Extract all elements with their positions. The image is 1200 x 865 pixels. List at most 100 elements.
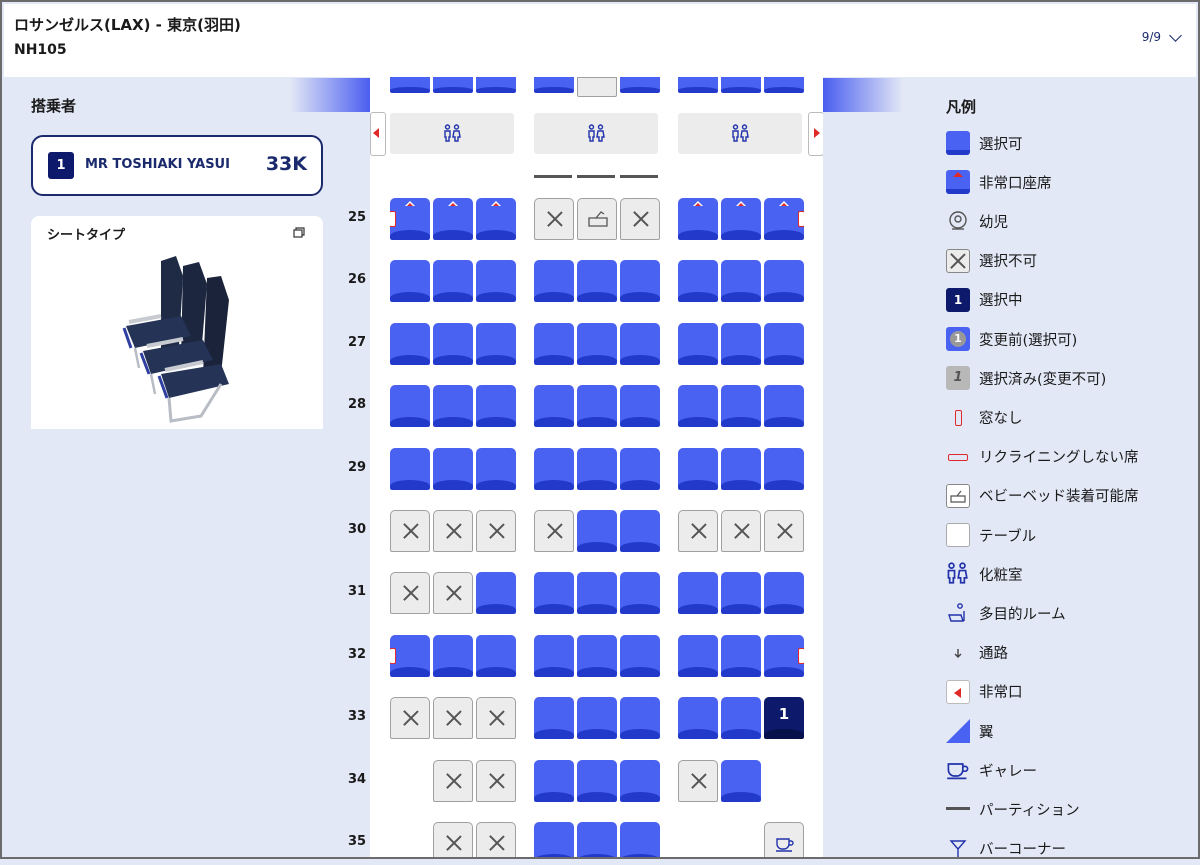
seat-available[interactable] [764, 572, 804, 615]
seat-available[interactable] [577, 322, 617, 365]
seat-exit-row[interactable] [433, 198, 473, 240]
seat-available[interactable] [620, 322, 660, 365]
legend-item: 通路 [946, 639, 1008, 667]
seat-available[interactable] [390, 385, 430, 428]
seat-unavailable [534, 510, 574, 552]
seat-available[interactable] [577, 697, 617, 740]
legend-label: 幼児 [979, 214, 1008, 231]
seat-available[interactable] [577, 572, 617, 615]
seat-available[interactable] [390, 260, 430, 303]
seat-available[interactable] [390, 322, 430, 365]
seat-exit-row[interactable] [678, 198, 718, 240]
seat-available[interactable] [534, 260, 574, 303]
seat-available[interactable] [534, 759, 574, 802]
seat-available[interactable] [678, 634, 718, 677]
seat-available[interactable] [721, 697, 761, 740]
seat-available[interactable] [534, 634, 574, 677]
seat-available[interactable] [433, 634, 473, 677]
seat-available[interactable] [476, 260, 516, 303]
passenger-name: MR TOSHIAKI YASUI [85, 157, 230, 172]
seat-selected[interactable]: 1 [764, 697, 804, 740]
seat-exit-row[interactable] [764, 198, 804, 240]
seat-exit-row[interactable] [476, 198, 516, 240]
seat-available[interactable] [534, 322, 574, 365]
seat-exit-row[interactable] [390, 198, 430, 240]
seat-available[interactable] [476, 322, 516, 365]
seat-available[interactable] [577, 510, 617, 552]
seat-available[interactable] [678, 447, 718, 490]
seat-unavailable [433, 510, 473, 552]
seat-available[interactable] [433, 447, 473, 490]
exit-row-icon [779, 201, 789, 206]
seat-available[interactable] [620, 634, 660, 677]
seat-available[interactable] [577, 822, 617, 859]
seat-available[interactable] [534, 572, 574, 615]
seat-available[interactable] [433, 385, 473, 428]
row-number: 34 [348, 771, 367, 787]
seat-available[interactable] [433, 322, 473, 365]
seat-available[interactable] [577, 759, 617, 802]
legend-label: 選択可 [979, 136, 1023, 153]
seat-available[interactable] [678, 385, 718, 428]
seat-available[interactable] [620, 447, 660, 490]
seat-available[interactable] [678, 697, 718, 740]
seat-available[interactable] [390, 634, 430, 677]
seat-available[interactable] [534, 697, 574, 740]
row-number: 35 [348, 834, 367, 849]
seat-available[interactable] [764, 322, 804, 365]
seat-available[interactable] [721, 447, 761, 490]
seat-exit-row[interactable] [721, 198, 761, 240]
seat[interactable] [620, 77, 660, 93]
seat[interactable] [433, 77, 473, 93]
seat-available[interactable] [620, 759, 660, 802]
seat-available[interactable] [721, 385, 761, 428]
seat-available[interactable] [721, 260, 761, 303]
seat-available[interactable] [620, 260, 660, 303]
segment-selector[interactable]: 9/9 [1142, 28, 1182, 44]
seat-available[interactable] [534, 447, 574, 490]
seat-available[interactable] [476, 634, 516, 677]
legend-label: 選択中 [979, 293, 1023, 310]
seat-available[interactable] [577, 385, 617, 428]
seat-available[interactable] [620, 572, 660, 615]
seat-available[interactable] [678, 260, 718, 303]
legend-label: パーティション [979, 802, 1080, 819]
seat-available[interactable] [620, 510, 660, 552]
seat-available[interactable] [764, 260, 804, 303]
seat-available[interactable] [721, 634, 761, 677]
seat-available[interactable] [577, 260, 617, 303]
seat-available[interactable] [577, 634, 617, 677]
seat-available[interactable] [620, 822, 660, 859]
seat-available[interactable] [764, 634, 804, 677]
expand-icon[interactable] [293, 227, 305, 238]
seat-available[interactable] [620, 385, 660, 428]
row-number: 33 [348, 709, 367, 725]
seat[interactable] [764, 77, 804, 93]
seat-available[interactable] [721, 322, 761, 365]
row-number: 30 [348, 522, 367, 537]
seat-unavailable [390, 697, 430, 740]
passenger-card[interactable]: 1 MR TOSHIAKI YASUI 33K [31, 135, 323, 196]
seat[interactable] [476, 77, 516, 93]
seat-available[interactable] [620, 697, 660, 740]
seat-available[interactable] [678, 572, 718, 615]
seat-available[interactable] [721, 759, 761, 802]
unavailable-icon [489, 710, 505, 726]
seat-available[interactable] [476, 385, 516, 428]
seat-available[interactable] [476, 447, 516, 490]
seat-available[interactable] [721, 572, 761, 615]
seat[interactable] [678, 77, 718, 93]
seat[interactable] [534, 77, 574, 93]
seat-available[interactable] [678, 322, 718, 365]
seat[interactable] [390, 77, 430, 93]
seat[interactable] [721, 77, 761, 93]
seat-available[interactable] [433, 260, 473, 303]
seat-available[interactable] [764, 385, 804, 428]
seat-available[interactable] [390, 447, 430, 490]
seat-available[interactable] [534, 385, 574, 428]
seat-available[interactable] [764, 447, 804, 490]
seat-available[interactable] [476, 572, 516, 615]
seat-available[interactable] [534, 822, 574, 859]
seat-available[interactable] [577, 447, 617, 490]
seat-unavailable [433, 697, 473, 740]
